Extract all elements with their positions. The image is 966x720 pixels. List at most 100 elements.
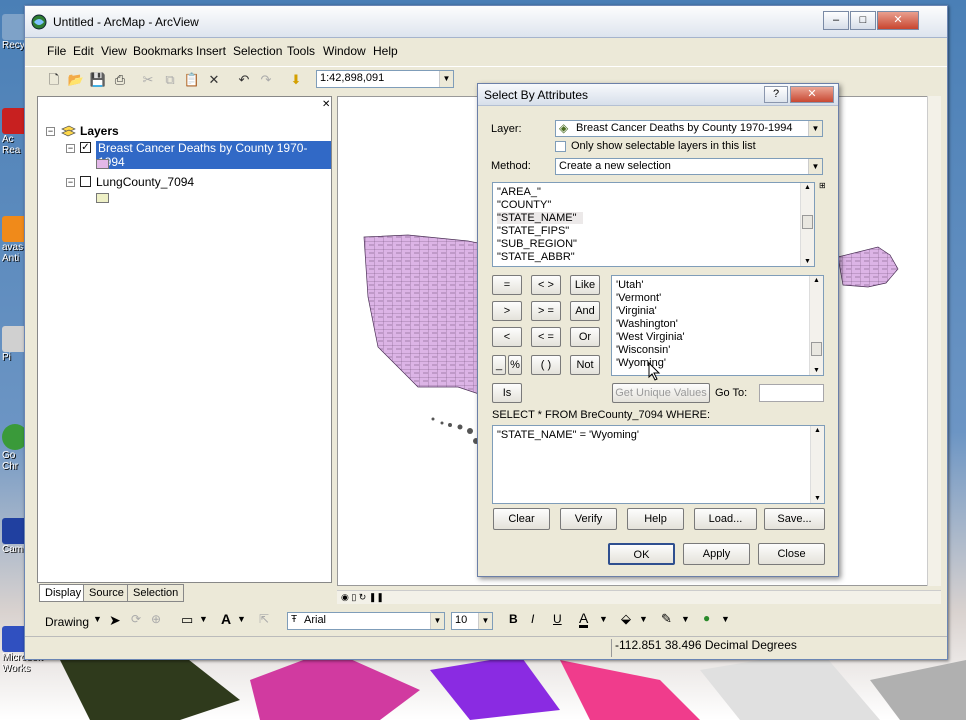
layer-name-selected[interactable]: Breast Cancer Deaths by County 1970-1994 bbox=[96, 141, 331, 169]
chevron-down-icon[interactable]: ▼ bbox=[439, 71, 453, 87]
operator-parentheses-button[interactable]: ( ) bbox=[531, 355, 561, 375]
value-item[interactable]: 'Vermont' bbox=[616, 292, 661, 304]
cut-icon[interactable]: ✂ bbox=[139, 71, 157, 89]
undo-icon[interactable]: ↶ bbox=[235, 71, 253, 89]
operator-is-button[interactable]: Is bbox=[492, 383, 522, 403]
chevron-down-icon[interactable]: ▼ bbox=[93, 614, 102, 624]
layer-symbol-swatch[interactable] bbox=[96, 159, 109, 169]
close-button[interactable]: ✕ bbox=[877, 11, 919, 30]
close-button[interactable]: Close bbox=[758, 543, 825, 565]
expression-scrollbar[interactable]: ▲ ▼ bbox=[810, 426, 824, 503]
values-scrollbar[interactable]: ▲ ▼ bbox=[809, 276, 823, 375]
expression-textbox[interactable]: "STATE_NAME" = 'Wyoming' ▲ ▼ bbox=[492, 425, 825, 504]
field-item[interactable]: "COUNTY" bbox=[497, 199, 551, 211]
chevron-down-icon[interactable]: ▼ bbox=[199, 614, 208, 624]
scroll-down-icon[interactable]: ▼ bbox=[814, 495, 821, 502]
save-button[interactable]: Save... bbox=[764, 508, 825, 530]
maximize-button[interactable]: □ bbox=[850, 11, 876, 30]
scroll-down-icon[interactable]: ▼ bbox=[813, 367, 820, 374]
operator-equals-button[interactable]: = bbox=[492, 275, 522, 295]
ok-button[interactable]: OK bbox=[608, 543, 675, 565]
operator-or-button[interactable]: Or bbox=[570, 327, 600, 347]
collapse-layer-icon[interactable]: − bbox=[66, 144, 75, 153]
help-button[interactable]: Help bbox=[627, 508, 684, 530]
chevron-down-icon[interactable]: ▼ bbox=[237, 614, 246, 624]
scroll-up-icon[interactable]: ▲ bbox=[804, 184, 811, 191]
operator-percent-button[interactable]: % bbox=[508, 355, 522, 375]
resize-list-icon[interactable]: ⊞ bbox=[819, 181, 826, 190]
scroll-thumb[interactable] bbox=[811, 342, 822, 356]
operator-not-equal-button[interactable]: < > bbox=[531, 275, 561, 295]
close-icon[interactable]: ✕ bbox=[790, 86, 834, 103]
fields-list[interactable]: "AREA_" "COUNTY" "STATE_NAME" "STATE_FIP… bbox=[492, 182, 815, 267]
goto-input[interactable] bbox=[759, 384, 824, 402]
unique-values-list[interactable]: 'Utah' 'Vermont' 'Virginia' 'Washington'… bbox=[611, 275, 824, 376]
map-scale-combo[interactable]: 1:42,898,091 ▼ bbox=[316, 70, 454, 88]
field-item[interactable]: "STATE_FIPS" bbox=[497, 225, 569, 237]
chevron-down-icon[interactable]: ▼ bbox=[808, 159, 822, 174]
paste-icon[interactable]: 📋 bbox=[183, 71, 201, 89]
operator-and-button[interactable]: And bbox=[570, 301, 600, 321]
zoom-to-elements-icon[interactable]: ⊕ bbox=[151, 612, 161, 626]
operator-underscore-button[interactable]: _ bbox=[492, 355, 506, 375]
menu-help[interactable]: Help bbox=[373, 44, 398, 58]
font-size-combo[interactable]: 10 ▼ bbox=[451, 612, 493, 630]
marker-color-icon[interactable]: ● bbox=[703, 611, 710, 625]
print-icon[interactable]: ⎙ bbox=[111, 71, 129, 89]
new-document-icon[interactable]: 🗋 bbox=[45, 71, 63, 89]
rectangle-icon[interactable]: ▭ bbox=[181, 612, 193, 628]
operator-less-equal-button[interactable]: < = bbox=[531, 327, 561, 347]
operator-not-button[interactable]: Not bbox=[570, 355, 600, 375]
operator-greater-button[interactable]: > bbox=[492, 301, 522, 321]
field-item[interactable]: "STATE_ABBR" bbox=[497, 251, 575, 263]
globe-view-icon[interactable]: ◉ ▯ ↻ ❚❚ bbox=[341, 592, 384, 603]
menu-view[interactable]: View bbox=[101, 44, 127, 58]
menu-insert[interactable]: Insert bbox=[196, 44, 226, 58]
menu-tools[interactable]: Tools bbox=[287, 44, 315, 58]
collapse-layers-icon[interactable]: − bbox=[46, 127, 55, 136]
scroll-down-icon[interactable]: ▼ bbox=[804, 258, 811, 265]
value-item[interactable]: 'Washington' bbox=[616, 318, 678, 330]
underline-button[interactable]: U bbox=[553, 612, 562, 626]
text-tool-icon[interactable]: A bbox=[221, 611, 231, 627]
expand-layer-icon[interactable]: − bbox=[66, 178, 75, 187]
tab-display[interactable]: Display bbox=[39, 584, 88, 602]
value-item[interactable]: 'West Virginia' bbox=[616, 331, 685, 343]
operator-less-button[interactable]: < bbox=[492, 327, 522, 347]
chevron-down-icon[interactable]: ▼ bbox=[681, 614, 690, 624]
layer-name[interactable]: LungCounty_7094 bbox=[96, 175, 194, 189]
chevron-down-icon[interactable]: ▼ bbox=[721, 614, 730, 624]
line-color-icon[interactable]: ✎ bbox=[661, 611, 672, 627]
scroll-up-icon[interactable]: ▲ bbox=[813, 277, 820, 284]
value-item[interactable]: 'Wisconsin' bbox=[616, 344, 670, 356]
menu-selection[interactable]: Selection bbox=[233, 44, 282, 58]
fields-scrollbar[interactable]: ▲ ▼ bbox=[800, 183, 814, 266]
save-icon[interactable]: 💾 bbox=[89, 71, 107, 89]
rotate-icon[interactable]: ⟳ bbox=[131, 612, 141, 626]
chevron-down-icon[interactable]: ▼ bbox=[808, 121, 822, 136]
scroll-up-icon[interactable]: ▲ bbox=[814, 427, 821, 434]
layer-visibility-checkbox[interactable]: ✓ bbox=[80, 142, 91, 153]
bold-button[interactable]: B bbox=[509, 612, 518, 626]
map-vertical-scrollbar[interactable] bbox=[927, 96, 941, 586]
title-bar[interactable]: Untitled - ArcMap - ArcView – □ ✕ bbox=[25, 6, 947, 38]
chevron-down-icon[interactable]: ▼ bbox=[639, 614, 648, 624]
value-item[interactable]: 'Utah' bbox=[616, 279, 643, 291]
method-combo[interactable]: Create a new selection ▼ bbox=[555, 158, 823, 175]
apply-button[interactable]: Apply bbox=[683, 543, 750, 565]
load-button[interactable]: Load... bbox=[694, 508, 757, 530]
dialog-title-bar[interactable]: Select By Attributes ? ✕ bbox=[478, 84, 838, 106]
layer-visibility-checkbox[interactable] bbox=[80, 176, 91, 187]
layer-combo[interactable]: ◈ Breast Cancer Deaths by County 1970-19… bbox=[555, 120, 823, 137]
font-combo[interactable]: Ŧ Arial ▼ bbox=[287, 612, 445, 630]
tab-selection[interactable]: Selection bbox=[127, 584, 185, 602]
chevron-down-icon[interactable]: ▼ bbox=[599, 614, 608, 624]
copy-icon[interactable]: ⧉ bbox=[161, 71, 179, 89]
menu-window[interactable]: Window bbox=[323, 44, 366, 58]
delete-icon[interactable]: ✕ bbox=[205, 71, 223, 89]
tab-source[interactable]: Source bbox=[83, 584, 130, 602]
operator-greater-equal-button[interactable]: > = bbox=[531, 301, 561, 321]
verify-button[interactable]: Verify bbox=[560, 508, 617, 530]
operator-like-button[interactable]: Like bbox=[570, 275, 600, 295]
drawing-menu[interactable]: Drawing bbox=[45, 615, 89, 629]
